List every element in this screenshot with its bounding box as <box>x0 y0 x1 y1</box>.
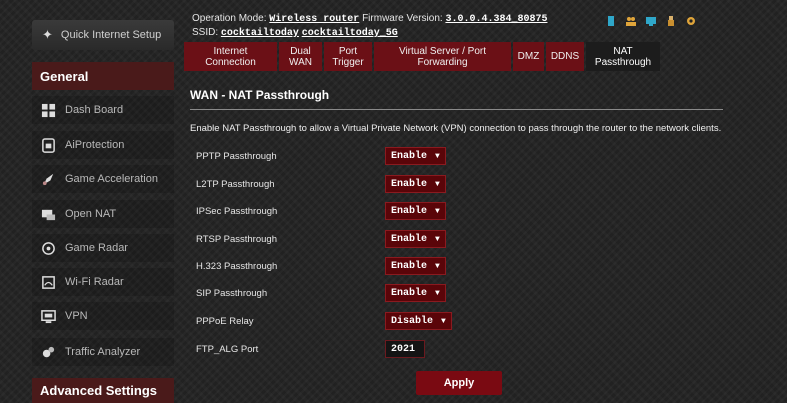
select-value: Enable <box>391 205 428 217</box>
dropdown-arrow-icon: ▼ <box>435 261 440 271</box>
sidebar-item-label: Open NAT <box>65 208 117 220</box>
firmware-label: Firmware Version: <box>362 13 443 24</box>
network-icon[interactable] <box>644 14 657 27</box>
wifi-radar-icon <box>40 274 56 290</box>
radar-icon <box>40 240 56 256</box>
router-status-info: Operation Mode: Wireless router Firmware… <box>192 12 547 40</box>
ssid-label: SSID: <box>192 27 219 38</box>
rtsp-select[interactable]: Enable ▼ <box>385 230 446 248</box>
vpn-icon <box>40 308 56 324</box>
settings-icon[interactable] <box>684 14 697 27</box>
setting-label: H.323 Passthrough <box>196 260 278 272</box>
setting-row: PPTP Passthrough Enable ▼ <box>196 146 716 166</box>
tab-dual-wan[interactable]: Dual WAN <box>279 42 322 71</box>
sidebar-item-label: Wi-Fi Radar <box>65 276 124 288</box>
dropdown-arrow-icon: ▼ <box>435 206 440 216</box>
dropdown-arrow-icon: ▼ <box>435 179 440 189</box>
wan-tabs: Internet Connection Dual WAN Port Trigge… <box>184 42 662 71</box>
dropdown-arrow-icon: ▼ <box>441 316 446 326</box>
setting-row: PPPoE Relay Disable ▼ <box>196 311 716 331</box>
sidebar-item-label: Dash Board <box>65 104 124 116</box>
select-value: Enable <box>391 260 428 272</box>
sidebar-item-label: Game Radar <box>65 242 128 254</box>
tab-virtual-server[interactable]: Virtual Server / Port Forwarding <box>374 42 511 71</box>
advanced-settings-header: Advanced Settings <box>32 378 174 403</box>
setting-row: RTSP Passthrough Enable ▼ <box>196 229 716 249</box>
firmware-link[interactable]: 3.0.0.4.384_80875 <box>445 14 547 25</box>
tab-internet-connection[interactable]: Internet Connection <box>184 42 277 71</box>
dashboard-icon <box>40 102 56 118</box>
setting-row: L2TP Passthrough Enable ▼ <box>196 174 716 194</box>
divider <box>190 109 723 110</box>
op-mode-label: Operation Mode: <box>192 13 267 24</box>
sidebar-item-game-radar[interactable]: Game Radar <box>32 234 174 262</box>
setting-label: PPPoE Relay <box>196 315 254 327</box>
open-nat-icon <box>40 206 56 222</box>
status-icons <box>604 14 697 27</box>
analyzer-icon <box>40 344 56 360</box>
general-section-header: General <box>32 62 174 90</box>
setting-label: SIP Passthrough <box>196 287 268 299</box>
apply-button[interactable]: Apply <box>416 371 502 395</box>
rocket-icon <box>40 171 56 187</box>
l2tp-select[interactable]: Enable ▼ <box>385 175 446 193</box>
sidebar-item-dashboard[interactable]: Dash Board <box>32 96 174 124</box>
dropdown-arrow-icon: ▼ <box>435 151 440 161</box>
page-title: WAN - NAT Passthrough <box>190 88 330 102</box>
select-value: Enable <box>391 287 428 299</box>
pppoe-relay-select[interactable]: Disable ▼ <box>385 312 452 330</box>
sidebar-item-game-acceleration[interactable]: Game Acceleration <box>32 165 174 193</box>
select-value: Enable <box>391 150 428 162</box>
setting-row: IPSec Passthrough Enable ▼ <box>196 201 716 221</box>
users-icon[interactable] <box>624 14 637 27</box>
setting-label: L2TP Passthrough <box>196 178 275 190</box>
main-content: WAN - NAT Passthrough Enable NAT Passthr… <box>184 71 730 403</box>
wand-icon: ✦ <box>42 27 53 42</box>
sidebar-item-label: VPN <box>65 310 88 322</box>
page-description: Enable NAT Passthrough to allow a Virtua… <box>190 123 722 134</box>
sidebar-item-label: AiProtection <box>65 139 125 151</box>
setting-label: RTSP Passthrough <box>196 233 277 245</box>
setting-row: H.323 Passthrough Enable ▼ <box>196 256 716 276</box>
pptp-select[interactable]: Enable ▼ <box>385 147 446 165</box>
ipsec-select[interactable]: Enable ▼ <box>385 202 446 220</box>
ssid-2g-link[interactable]: cocktailtoday <box>221 28 299 39</box>
setting-row: FTP_ALG Port 2021 <box>196 339 716 359</box>
sim-icon[interactable] <box>604 14 617 27</box>
tab-ddns[interactable]: DDNS <box>546 42 584 71</box>
select-value: Enable <box>391 233 428 245</box>
select-value: Enable <box>391 178 428 190</box>
lock-icon <box>40 137 56 153</box>
usb-icon[interactable] <box>664 14 677 27</box>
sip-select[interactable]: Enable ▼ <box>385 284 446 302</box>
setting-label: PPTP Passthrough <box>196 150 277 162</box>
sidebar: ✦ Quick Internet Setup General Dash Boar… <box>32 0 174 403</box>
sidebar-item-traffic-analyzer[interactable]: Traffic Analyzer <box>32 338 174 366</box>
sidebar-item-label: Traffic Analyzer <box>65 346 141 358</box>
ftp-alg-port-input[interactable]: 2021 <box>385 340 425 358</box>
select-value: Disable <box>391 315 434 327</box>
sidebar-item-open-nat[interactable]: Open NAT <box>32 200 174 228</box>
sidebar-item-label: Game Acceleration <box>65 173 158 185</box>
setting-label: FTP_ALG Port <box>196 343 259 355</box>
quick-setup-label: Quick Internet Setup <box>60 29 162 41</box>
sidebar-item-wifi-radar[interactable]: Wi-Fi Radar <box>32 268 174 296</box>
op-mode-link[interactable]: Wireless router <box>269 14 359 25</box>
ssid-5g-link[interactable]: cocktailtoday_5G <box>302 28 398 39</box>
sidebar-item-vpn[interactable]: VPN <box>32 302 174 330</box>
h323-select[interactable]: Enable ▼ <box>385 257 446 275</box>
quick-internet-setup-button[interactable]: ✦ Quick Internet Setup <box>32 20 174 50</box>
tab-port-trigger[interactable]: Port Trigger <box>324 42 372 71</box>
dropdown-arrow-icon: ▼ <box>435 234 440 244</box>
setting-row: SIP Passthrough Enable ▼ <box>196 283 716 303</box>
dropdown-arrow-icon: ▼ <box>435 288 440 298</box>
tab-nat-passthrough[interactable]: NAT Passthrough <box>586 42 660 71</box>
sidebar-item-aiprotection[interactable]: AiProtection <box>32 131 174 159</box>
setting-label: IPSec Passthrough <box>196 205 278 217</box>
tab-dmz[interactable]: DMZ <box>513 42 544 71</box>
